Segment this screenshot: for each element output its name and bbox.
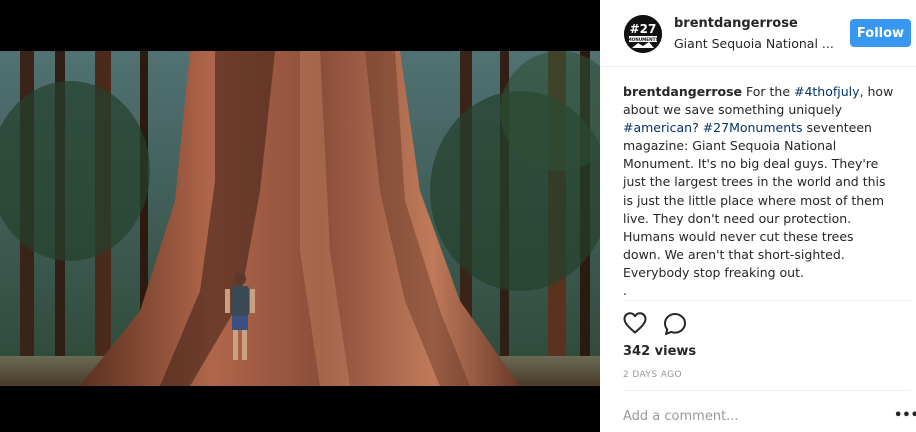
comment-input[interactable]: Add a comment... bbox=[623, 409, 739, 424]
avatar-number: #27 bbox=[630, 22, 657, 36]
post-header: #27 MONUMENTS brentdangerrose Giant Sequ… bbox=[600, 0, 916, 67]
comment-icon[interactable] bbox=[663, 312, 687, 336]
post-username[interactable]: brentdangerrose bbox=[674, 16, 798, 31]
post-panel: #27 MONUMENTS brentdangerrose Giant Sequ… bbox=[600, 0, 916, 432]
follow-button[interactable]: Follow bbox=[850, 19, 911, 47]
avatar-subtext: MONUMENTS bbox=[627, 37, 658, 42]
caption-trailing: . bbox=[623, 283, 627, 299]
divider bbox=[623, 300, 911, 301]
caption-text: ? bbox=[692, 120, 703, 136]
divider bbox=[623, 390, 911, 391]
hashtag-link[interactable]: #27Monuments bbox=[703, 120, 803, 135]
avatar[interactable]: #27 MONUMENTS bbox=[624, 15, 662, 53]
post-caption: brentdangerrose For the #4thofjuly, how … bbox=[623, 83, 895, 300]
hashtag-link[interactable]: #4thofjuly bbox=[794, 84, 860, 99]
post-timestamp[interactable]: 2 DAYS AGO bbox=[623, 370, 682, 380]
post-location[interactable]: Giant Sequoia National ... bbox=[674, 36, 834, 51]
view-count[interactable]: 342 views bbox=[623, 344, 696, 359]
sequoia-photo[interactable] bbox=[0, 51, 600, 386]
caption-text: seventeen magazine: Giant Sequoia Nation… bbox=[623, 120, 886, 280]
sequoia-image bbox=[0, 51, 600, 386]
post-media[interactable] bbox=[0, 0, 600, 432]
monuments-logo-icon: #27 MONUMENTS bbox=[624, 15, 662, 53]
hashtag-link[interactable]: #american bbox=[623, 120, 692, 135]
caption-username[interactable]: brentdangerrose bbox=[623, 84, 742, 99]
more-options-button[interactable]: ••• bbox=[894, 408, 916, 423]
caption-text: For the bbox=[742, 84, 794, 99]
heart-icon[interactable] bbox=[623, 312, 647, 334]
